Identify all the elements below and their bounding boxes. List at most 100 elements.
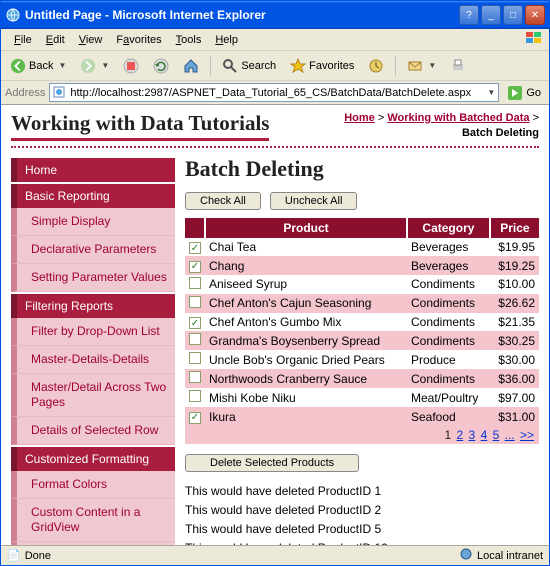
history-icon [368,58,384,74]
table-row: ✓IkuraSeafood$31.00 [185,407,539,426]
pager-ellipsis[interactable]: ... [505,428,515,442]
browser-window: Untitled Page - Microsoft Internet Explo… [0,0,550,566]
uncheck-all-button[interactable]: Uncheck All [270,192,357,210]
cell-price: $30.25 [490,331,539,350]
stop-icon [123,58,139,74]
home-button[interactable] [178,55,204,77]
back-icon [10,58,26,74]
table-row: Aniseed SyrupCondiments$10.00 [185,275,539,294]
favorites-button[interactable]: Favorites [285,55,359,77]
maximize-button[interactable]: □ [503,5,523,25]
check-all-button[interactable]: Check All [185,192,261,210]
nav-item[interactable]: Simple Display [11,208,175,236]
row-checkbox[interactable] [189,371,201,383]
cell-product: Chang [205,256,407,275]
breadcrumb: Home > Working with Batched Data > Batch… [339,111,539,142]
row-checkbox[interactable] [189,352,201,364]
row-checkbox[interactable]: ✓ [189,412,201,424]
menu-file[interactable]: File [7,32,39,48]
cell-product: Ikura [205,407,407,426]
pager-link[interactable]: 2 [457,428,464,442]
search-button[interactable]: Search [217,55,281,77]
result-line: This would have deleted ProductID 1 [185,482,539,501]
close-button[interactable]: ✕ [525,5,545,25]
col-checkbox [185,218,205,238]
nav-item[interactable]: Custom Content in a [11,542,175,545]
back-button[interactable]: Back ▼ [5,55,71,77]
breadcrumb-home[interactable]: Home [344,112,375,124]
nav-item[interactable]: Setting Parameter Values [11,264,175,292]
pager-link[interactable]: 5 [493,428,500,442]
statusbar: 📄Done Local intranet [1,545,549,565]
nav-item[interactable]: Filter by Drop-Down List [11,318,175,346]
check-buttons: Check All Uncheck All [185,192,539,210]
nav-item[interactable]: Master/Detail Across Two Pages [11,374,175,417]
cell-price: $36.00 [490,369,539,388]
stop-button[interactable] [118,55,144,77]
col-price: Price [490,218,539,238]
row-checkbox[interactable] [189,277,201,289]
cell-price: $19.95 [490,238,539,257]
nav-item[interactable]: Format Colors [11,471,175,499]
address-input[interactable]: http://localhost:2987/ASPNET_Data_Tutori… [49,83,499,102]
pager-link[interactable]: 4 [481,428,488,442]
nav-header[interactable]: Basic Reporting [11,184,175,208]
minimize-button[interactable]: _ [481,5,501,25]
go-button[interactable]: Go [503,83,545,103]
row-checkbox[interactable] [189,296,201,308]
nav-item[interactable]: Custom Content in a GridView [11,499,175,542]
history-button[interactable] [363,55,389,77]
menu-help[interactable]: Help [208,32,245,48]
cell-price: $21.35 [490,313,539,332]
back-label: Back [29,60,53,72]
page-heading: Batch Deleting [185,156,539,182]
pager-current: 1 [444,428,451,442]
nav-item[interactable]: Master-Details-Details [11,346,175,374]
cell-category: Beverages [407,256,490,275]
refresh-button[interactable] [148,55,174,77]
ie-icon [5,7,21,23]
done-icon: 📄 [7,550,21,562]
chevron-down-icon[interactable]: ▼ [487,88,495,97]
nav-item[interactable]: Details of Selected Row [11,417,175,445]
cell-category: Beverages [407,238,490,257]
row-checkbox[interactable]: ✓ [189,242,201,254]
address-value: http://localhost:2987/ASPNET_Data_Tutori… [70,87,485,99]
row-checkbox[interactable] [189,333,201,345]
chevron-down-icon: ▼ [428,61,436,70]
delete-selected-button[interactable]: Delete Selected Products [185,454,359,472]
forward-button[interactable]: ▼ [75,55,114,77]
cell-category: Condiments [407,331,490,350]
help-button[interactable]: ? [459,5,479,25]
breadcrumb-section[interactable]: Working with Batched Data [387,112,529,124]
table-row: ✓Chef Anton's Gumbo MixCondiments$21.35 [185,313,539,332]
row-checkbox[interactable]: ✓ [189,261,201,273]
chevron-down-icon: ▼ [58,61,66,70]
window-controls: ? _ □ ✕ [459,5,545,25]
pager-next[interactable]: >> [520,428,534,442]
menu-edit[interactable]: Edit [39,32,72,48]
nav-header[interactable]: Customized Formatting [11,447,175,471]
nav-header[interactable]: Filtering Reports [11,294,175,318]
table-row: Mishi Kobe NikuMeat/Poultry$97.00 [185,388,539,407]
mail-button[interactable]: ▼ [402,55,441,77]
result-line: This would have deleted ProductID 10 [185,539,539,545]
cell-product: Chai Tea [205,238,407,257]
menu-favorites[interactable]: Favorites [109,32,168,48]
table-row: Chef Anton's Cajun SeasoningCondiments$2… [185,294,539,313]
nav-item[interactable]: Declarative Parameters [11,236,175,264]
pager-link[interactable]: 3 [469,428,476,442]
breadcrumb-current: Batch Deleting [462,127,539,139]
row-checkbox[interactable]: ✓ [189,317,201,329]
menu-tools[interactable]: Tools [169,32,209,48]
menu-view[interactable]: View [72,32,110,48]
print-button[interactable] [445,55,471,77]
cell-product: Chef Anton's Cajun Seasoning [205,294,407,313]
cell-product: Aniseed Syrup [205,275,407,294]
cell-category: Produce [407,350,490,369]
go-icon [507,85,523,101]
refresh-icon [153,58,169,74]
row-checkbox[interactable] [189,390,201,402]
nav-header[interactable]: Home [11,158,175,182]
chevron-down-icon: ▼ [101,61,109,70]
